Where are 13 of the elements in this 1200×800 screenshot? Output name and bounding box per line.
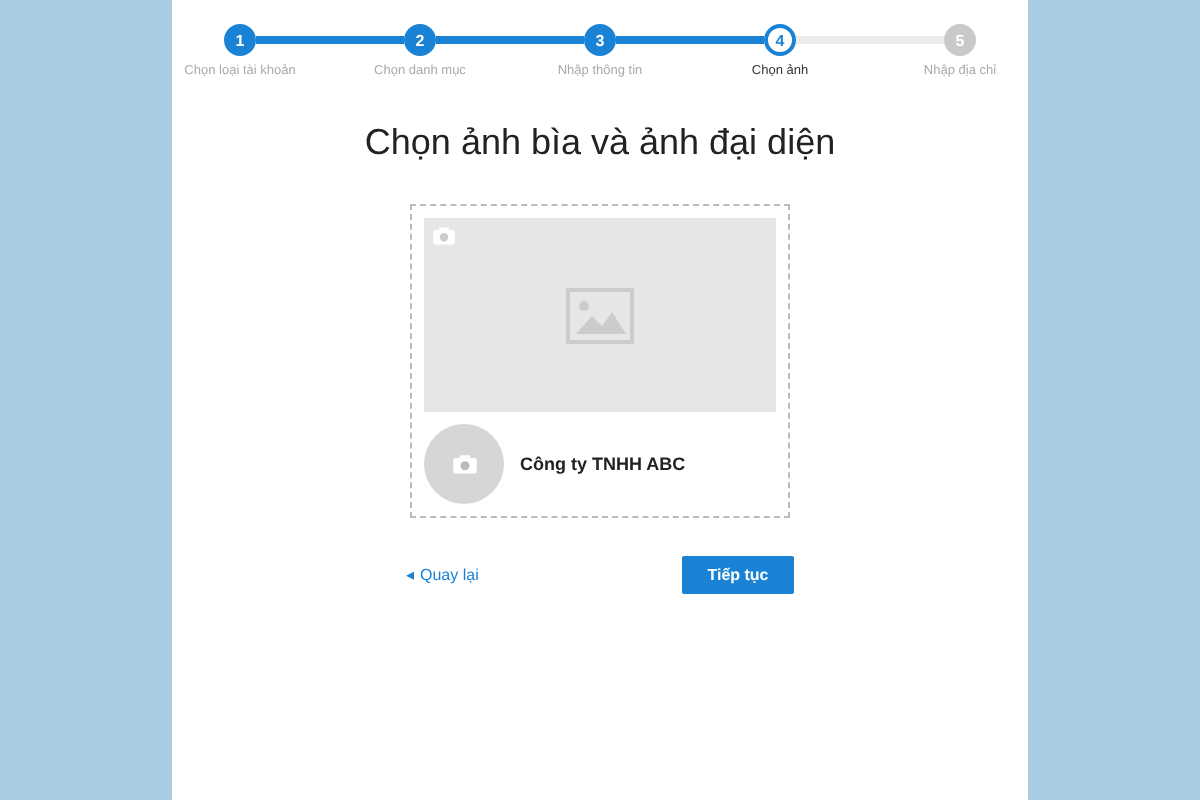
step-number[interactable]: 2	[404, 24, 436, 56]
step-number[interactable]: 4	[764, 24, 796, 56]
back-link[interactable]: ◂ Quay lại	[406, 566, 479, 584]
page-title: Chọn ảnh bìa và ảnh đại diện	[364, 122, 836, 164]
continue-button[interactable]: Tiếp tục	[682, 556, 794, 594]
image-placeholder-icon	[566, 287, 634, 343]
camera-icon	[451, 453, 477, 475]
camera-icon[interactable]	[432, 226, 456, 246]
company-name: Công ty TNHH ABC	[520, 454, 686, 474]
step-number[interactable]: 3	[584, 24, 616, 56]
step-number[interactable]: 1	[224, 24, 256, 56]
cover-image-area[interactable]	[424, 218, 776, 412]
avatar-placeholder[interactable]	[424, 424, 504, 504]
